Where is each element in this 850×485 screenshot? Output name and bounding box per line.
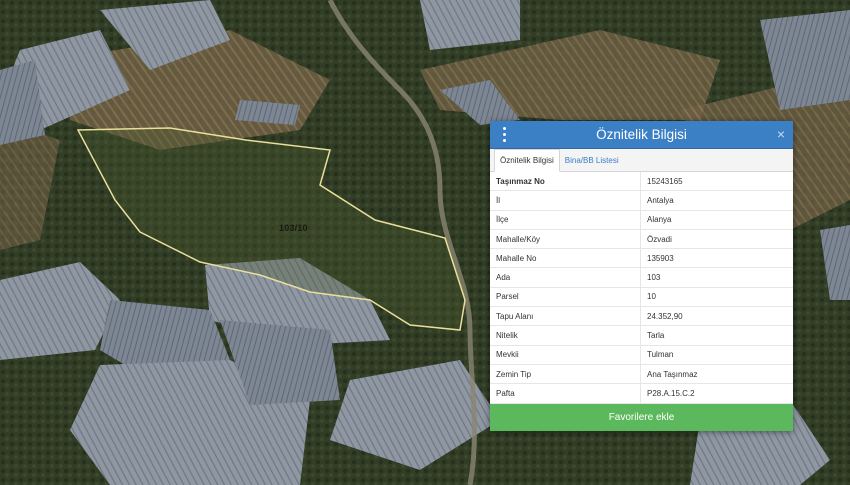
table-row: Taşınmaz No 15243165	[490, 172, 793, 192]
attribute-key: İlçe	[490, 210, 641, 230]
attribute-value: P28.A.15.C.2	[640, 383, 793, 404]
attribute-key: Pafta	[490, 383, 641, 404]
attribute-value: 15243165	[640, 172, 793, 192]
attribute-value: 103	[640, 267, 793, 288]
attribute-info-panel: Öznitelik Bilgisi × Öznitelik Bilgisi Bi…	[490, 121, 793, 431]
table-row: Pafta P28.A.15.C.2	[490, 383, 793, 404]
table-row: Parsel 10	[490, 287, 793, 308]
attribute-value: 135903	[640, 248, 793, 269]
add-to-favorites-button[interactable]: Favorilere ekle	[490, 403, 793, 431]
attribute-key: Taşınmaz No	[490, 172, 641, 192]
attribute-key: Zemin Tip	[490, 364, 641, 385]
table-row: Ada 103	[490, 267, 793, 288]
panel-header: Öznitelik Bilgisi ×	[490, 121, 793, 149]
attribute-value: Ana Taşınmaz	[640, 364, 793, 385]
attribute-value: 24.352,90	[640, 306, 793, 327]
table-row: Tapu Alanı 24.352,90	[490, 306, 793, 327]
attribute-key: Mahalle/Köy	[490, 229, 641, 250]
tab-attribute-info[interactable]: Öznitelik Bilgisi	[494, 149, 560, 172]
table-row: Mahalle No 135903	[490, 248, 793, 269]
attribute-key: Mevkii	[490, 345, 641, 365]
attribute-value: 10	[640, 287, 793, 308]
kebab-menu-icon[interactable]	[500, 127, 508, 142]
attribute-key: Mahalle No	[490, 248, 641, 269]
attribute-value: Antalya	[640, 190, 793, 211]
table-row: Mevkii Tulman	[490, 345, 793, 365]
attribute-key: Nitelik	[490, 325, 641, 346]
attribute-key: Parsel	[490, 287, 641, 308]
attribute-value: Özvadi	[640, 229, 793, 250]
parcel-label: 103/10	[279, 223, 308, 233]
panel-tabs: Öznitelik Bilgisi Bina/BB Listesi	[490, 149, 793, 172]
table-row: Nitelik Tarla	[490, 325, 793, 346]
attribute-table: Taşınmaz No 15243165 İl Antalya İlçe Alanya Ma…	[490, 172, 793, 404]
panel-title: Öznitelik Bilgisi	[596, 127, 687, 142]
attribute-value: Tulman	[640, 345, 793, 365]
tab-building-list[interactable]: Bina/BB Listesi	[560, 150, 624, 171]
close-icon[interactable]: ×	[777, 126, 785, 142]
table-row: İlçe Alanya	[490, 210, 793, 230]
attribute-key: Tapu Alanı	[490, 306, 641, 327]
attribute-key: Ada	[490, 267, 641, 288]
attribute-key: İl	[490, 190, 641, 211]
table-row: İl Antalya	[490, 190, 793, 211]
attribute-value: Tarla	[640, 325, 793, 346]
attribute-value: Alanya	[640, 210, 793, 230]
table-row: Mahalle/Köy Özvadi	[490, 229, 793, 250]
table-row: Zemin Tip Ana Taşınmaz	[490, 364, 793, 385]
